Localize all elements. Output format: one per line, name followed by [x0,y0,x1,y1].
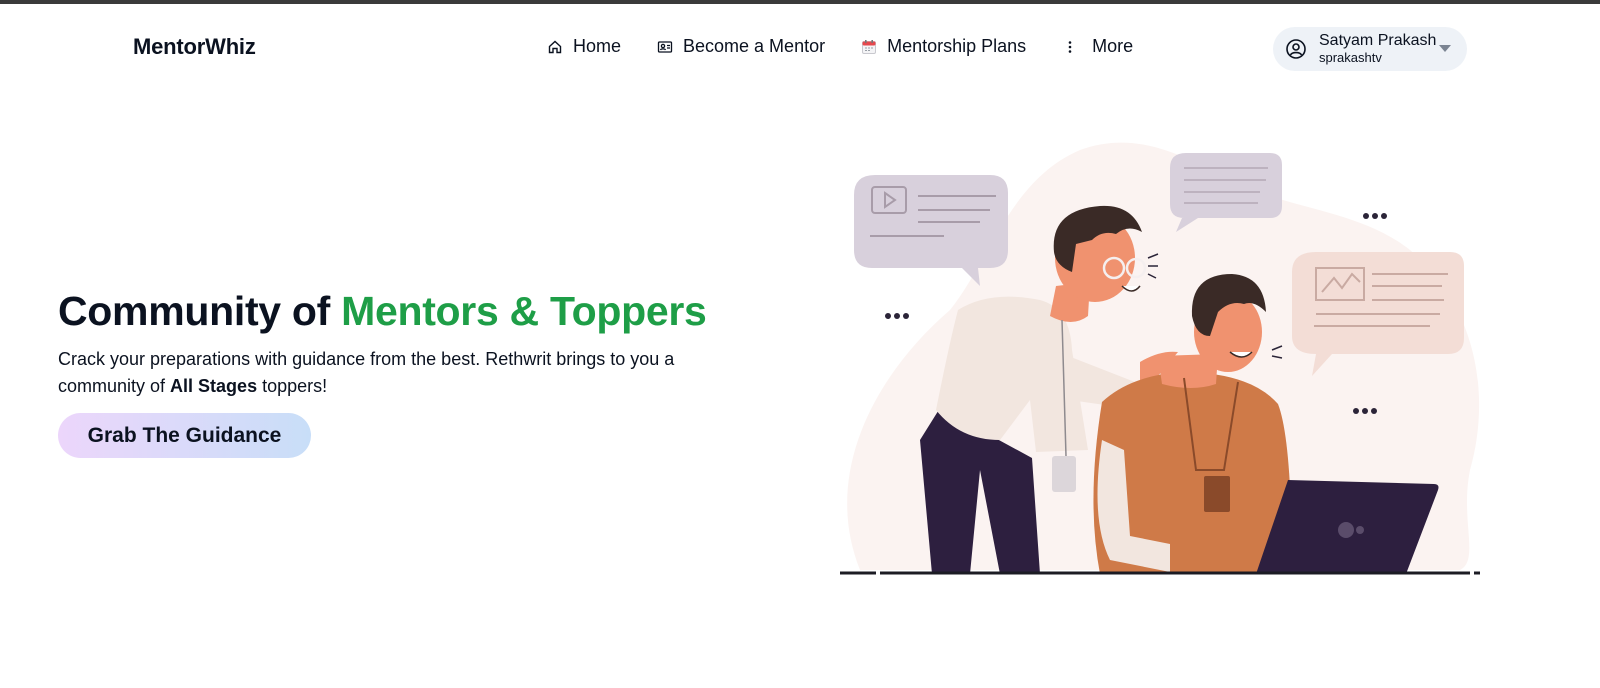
nav-item-label: More [1092,36,1134,56]
user-menu-button[interactable]: Satyam Prakash sprakashtv [1273,27,1467,71]
laptop [1256,480,1439,574]
user-circle-icon [1286,39,1306,59]
hero-title: Community of Mentors & Toppers [58,288,707,335]
nav-item-more[interactable]: More [1062,36,1133,57]
hero-desc-part2: toppers! [257,376,328,396]
hero-title-prefix: Community of [58,288,342,334]
hero-title-accent: Mentors & Toppers [341,288,707,334]
chevron-down-icon [1439,45,1451,52]
nav-item-label: Mentorship Plans [887,36,1027,56]
grab-guidance-button[interactable]: Grab The Guidance [58,413,311,458]
nav-item-label: Home [573,36,622,56]
brand-logo[interactable]: MentorWhiz [133,34,256,60]
home-icon [548,40,562,53]
hero-desc-part1: Crack your preparations with guidance fr… [58,349,675,396]
id-card-icon [657,40,673,53]
nav-item-mentorship-plans[interactable]: Mentorship Plans [861,36,1026,57]
nav-item-home[interactable]: Home [547,36,621,57]
hero-description: Crack your preparations with guidance fr… [58,346,738,400]
user-handle: sprakashtv [1319,49,1382,65]
kebab-vertical-icon [1068,40,1072,53]
mentoring-illustration [840,142,1480,575]
main-nav: Home Become a Mentor Mentorship Plans Mo… [547,36,1133,57]
nav-item-become-mentor[interactable]: Become a Mentor [657,36,825,57]
user-name: Satyam Prakash [1319,32,1437,50]
nav-item-label: Become a Mentor [683,36,826,56]
hero-desc-bold: All Stages [170,376,258,396]
calendar-icon [862,39,877,54]
site-header: MentorWhiz Home Become a Mentor Mentorsh… [0,4,1600,88]
